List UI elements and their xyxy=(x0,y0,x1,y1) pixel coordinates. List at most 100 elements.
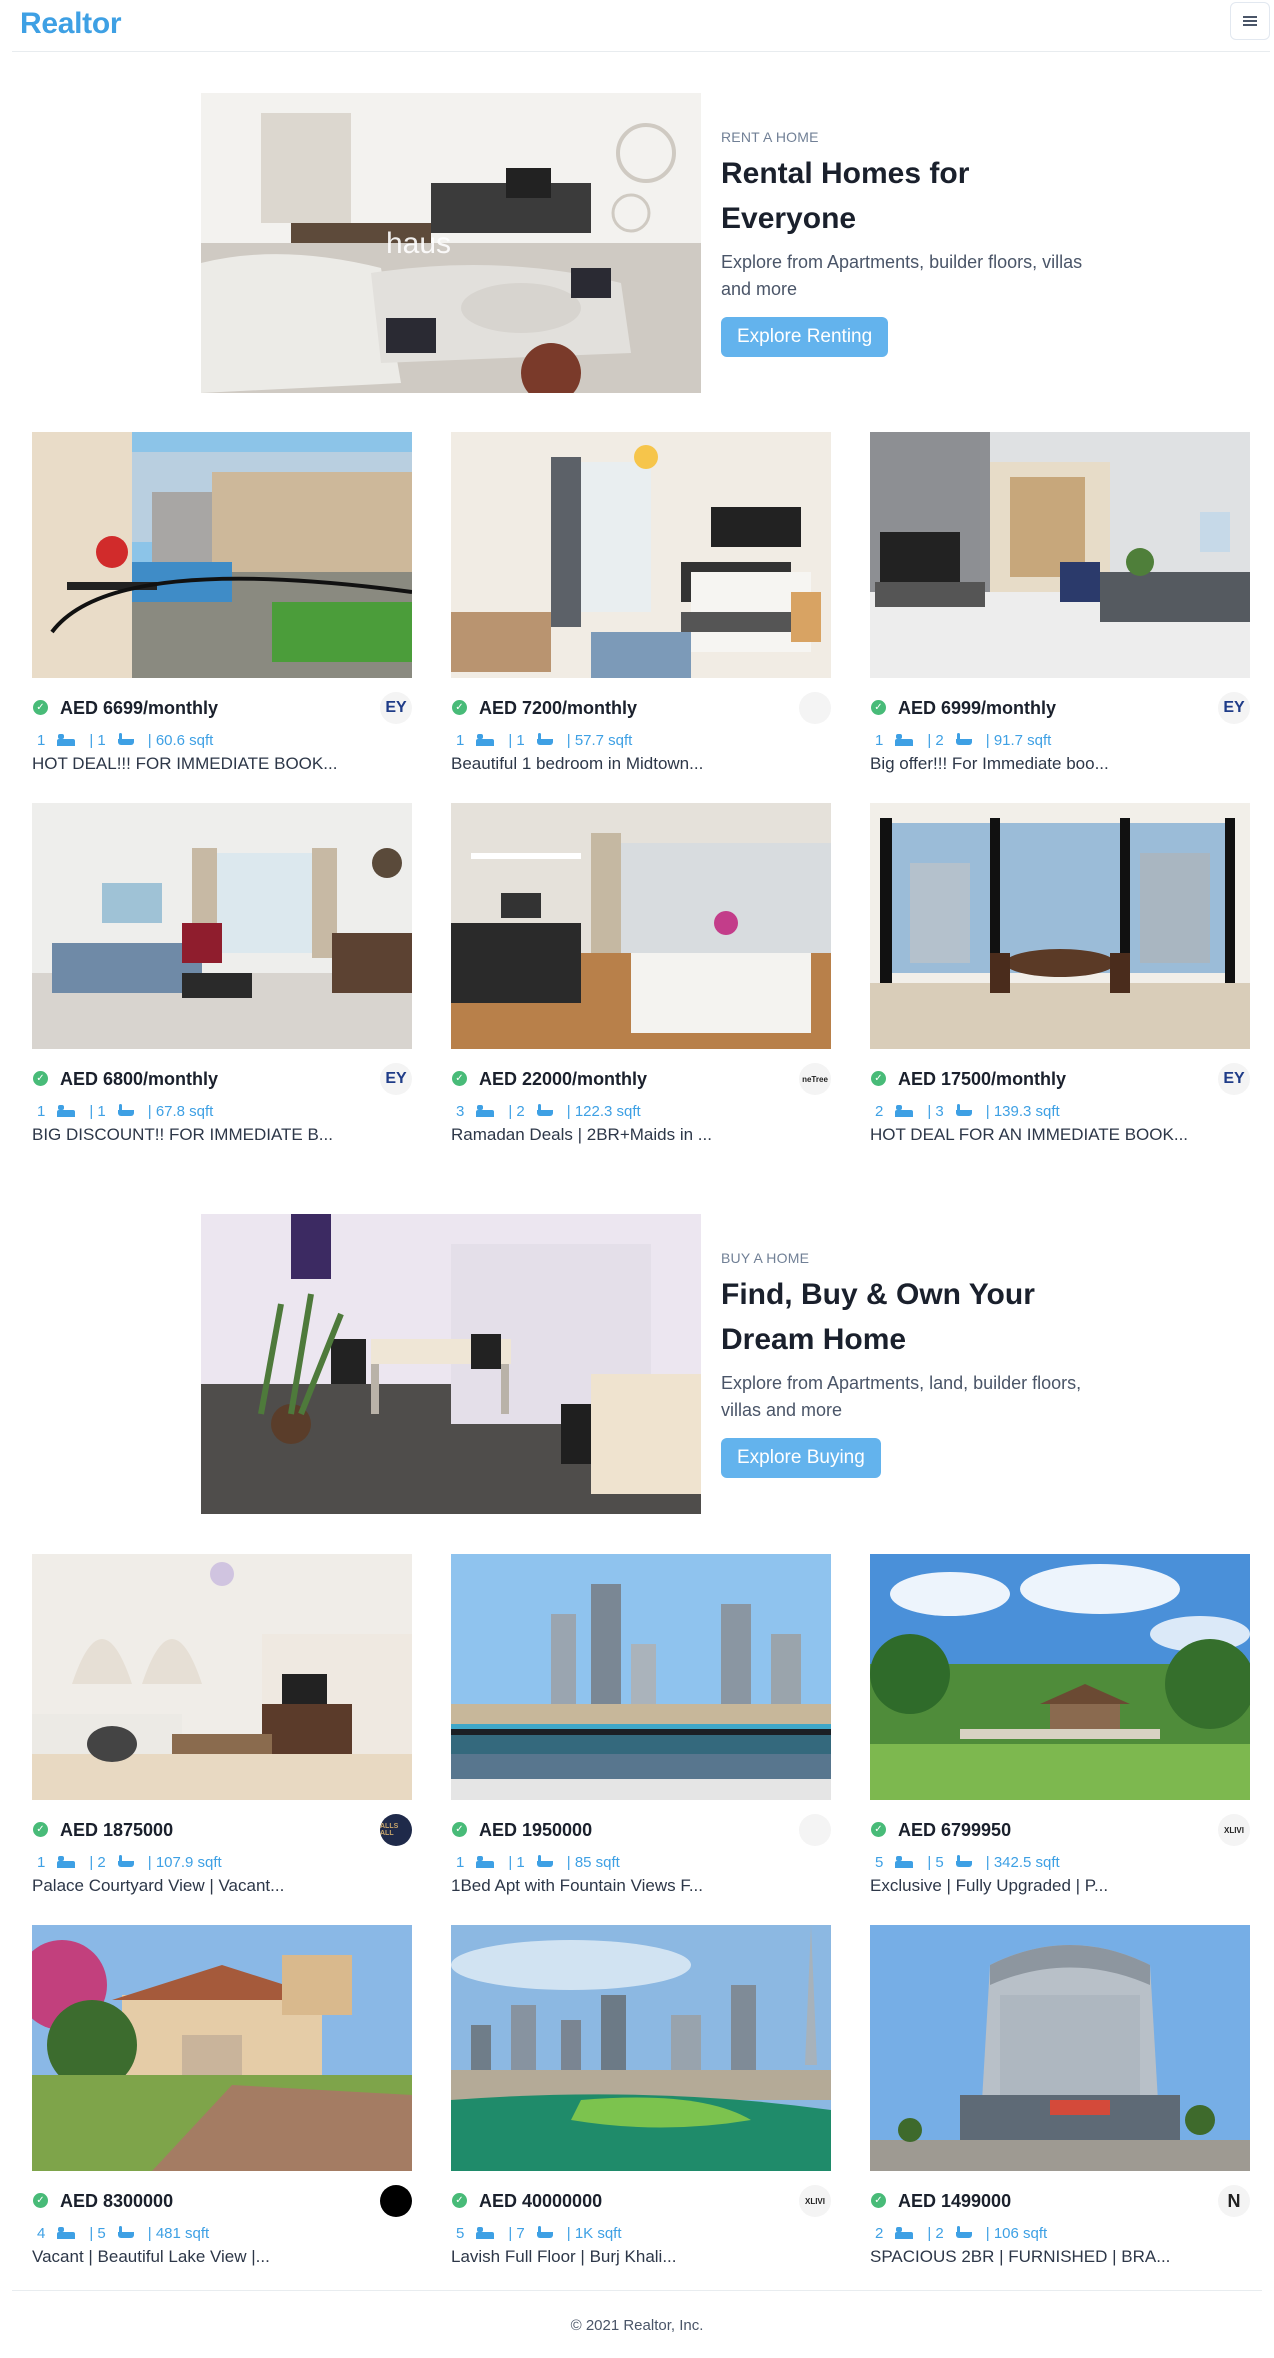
property-meta: 5 | 7 | 1K sqft xyxy=(451,2222,652,2244)
property-meta: 2 | 2 | 106 sqft xyxy=(870,2222,1077,2244)
property-meta: 1 | 1 | 60.6 sqft xyxy=(32,729,243,751)
property-card[interactable]: ✓ AED 6699/monthly EY 1 | 1 | 60.6 sqft … xyxy=(32,432,412,792)
verified-icon: ✓ xyxy=(33,700,48,715)
verified-icon: ✓ xyxy=(33,1822,48,1837)
property-title[interactable]: Vacant | Beautiful Lake View |... xyxy=(32,2245,270,2269)
rooms-count: 1 xyxy=(456,1853,465,1871)
svg-text:haus: haus xyxy=(386,227,451,260)
property-card[interactable]: ✓ AED 1875000 ALLS ALL 1 | 2 | 107.9 sqf… xyxy=(32,1554,412,1914)
property-card[interactable]: ✓ AED 6999/monthly EY 1 | 2 | 91.7 sqft … xyxy=(870,432,1250,792)
property-title[interactable]: Palace Courtyard View | Vacant... xyxy=(32,1874,284,1898)
property-image[interactable] xyxy=(870,803,1250,1049)
property-card[interactable]: ✓ AED 22000/monthly neTree 3 | 2 | 122.3… xyxy=(451,803,831,1163)
grid-icon xyxy=(1076,1855,1090,1869)
verified-icon: ✓ xyxy=(871,700,886,715)
buy-banner-text: BUY A HOME Find, Buy & Own Your Dream Ho… xyxy=(721,1250,1101,1478)
bath-icon xyxy=(536,1104,553,1118)
property-price: AED 8300000 xyxy=(60,2191,174,2211)
property-card[interactable]: ✓ AED 1499000 N 2 | 2 | 106 sqft SPACIOU… xyxy=(870,1925,1250,2285)
bed-icon xyxy=(57,1856,76,1868)
rent-banner-title: Rental Homes for Everyone xyxy=(721,151,1101,241)
hamburger-icon xyxy=(1243,16,1257,26)
property-image[interactable] xyxy=(451,803,831,1049)
property-image[interactable] xyxy=(870,1925,1250,2171)
grid-icon xyxy=(1076,1104,1090,1118)
agency-logo: ALLS ALL xyxy=(380,1814,412,1846)
property-price: AED 6699/monthly xyxy=(60,698,219,718)
property-image[interactable] xyxy=(451,1554,831,1800)
property-price: AED 1499000 xyxy=(898,2191,1012,2211)
property-image[interactable] xyxy=(451,432,831,678)
baths-count: | 2 xyxy=(927,2224,944,2242)
property-title[interactable]: Big offer!!! For Immediate boo... xyxy=(870,752,1109,776)
rooms-count: 1 xyxy=(37,1853,46,1871)
property-price: AED 22000/monthly xyxy=(479,1069,648,1089)
bed-icon xyxy=(895,2227,914,2239)
area-value: | 481 sqft xyxy=(147,2224,210,2242)
area-value: | 106 sqft xyxy=(985,2224,1048,2242)
explore-buying-button[interactable]: Explore Buying xyxy=(721,1438,881,1478)
explore-renting-button[interactable]: Explore Renting xyxy=(721,317,889,357)
grid-icon xyxy=(1067,733,1081,747)
agency-logo: EY xyxy=(1218,1063,1250,1095)
grid-icon xyxy=(1063,2226,1077,2240)
baths-count: | 2 xyxy=(89,1853,106,1871)
property-card[interactable]: ✓ AED 40000000 XLIVI 5 | 7 | 1K sqft Lav… xyxy=(451,1925,831,2285)
rooms-count: 3 xyxy=(456,1102,465,1120)
property-card[interactable]: ✓ AED 1950000 1 | 1 | 85 sqft 1Bed Apt w… xyxy=(451,1554,831,1914)
property-title[interactable]: Beautiful 1 bedroom in Midtown... xyxy=(451,752,703,776)
rooms-count: 5 xyxy=(875,1853,884,1871)
baths-count: | 1 xyxy=(89,731,106,749)
footer-copyright: © 2021 Realtor, Inc. xyxy=(570,2317,704,2334)
property-meta: 1 | 1 | 85 sqft xyxy=(451,1851,650,1873)
property-image[interactable] xyxy=(32,432,412,678)
property-image[interactable] xyxy=(32,803,412,1049)
property-price: AED 1875000 xyxy=(60,1820,174,1840)
agency-logo: XLIVI xyxy=(799,2185,831,2217)
property-image[interactable] xyxy=(451,1925,831,2171)
property-title[interactable]: Exclusive | Fully Upgraded | P... xyxy=(870,1874,1108,1898)
property-title[interactable]: HOT DEAL!!! FOR IMMEDIATE BOOK... xyxy=(32,752,337,776)
property-card[interactable]: ✓ AED 7200/monthly 1 | 1 | 57.7 sqft Bea… xyxy=(451,432,831,792)
bed-icon xyxy=(476,1105,495,1117)
property-card[interactable]: ✓ AED 6800/monthly EY 1 | 1 | 67.8 sqft … xyxy=(32,803,412,1163)
property-price: AED 7200/monthly xyxy=(479,698,638,718)
property-image[interactable] xyxy=(32,1925,412,2171)
brand-logo[interactable]: Realtor xyxy=(20,7,122,41)
property-card[interactable]: ✓ AED 6799950 XLIVI 5 | 5 | 342.5 sqft E… xyxy=(870,1554,1250,1914)
bath-icon xyxy=(117,733,134,747)
bed-icon xyxy=(57,1105,76,1117)
baths-count: | 1 xyxy=(508,1853,525,1871)
bath-icon xyxy=(955,1855,972,1869)
property-card[interactable]: ✓ AED 17500/monthly EY 2 | 3 | 139.3 sqf… xyxy=(870,803,1250,1163)
property-title[interactable]: HOT DEAL FOR AN IMMEDIATE BOOK... xyxy=(870,1123,1188,1147)
rooms-count: 1 xyxy=(456,731,465,749)
agency-logo xyxy=(380,2185,412,2217)
property-image[interactable] xyxy=(870,432,1250,678)
property-meta: 1 | 1 | 67.8 sqft xyxy=(32,1100,243,1122)
baths-count: | 5 xyxy=(927,1853,944,1871)
menu-button[interactable] xyxy=(1230,2,1270,40)
rooms-count: 1 xyxy=(875,731,884,749)
bath-icon xyxy=(117,1104,134,1118)
rooms-count: 5 xyxy=(456,2224,465,2242)
property-title[interactable]: Ramadan Deals | 2BR+Maids in ... xyxy=(451,1123,712,1147)
property-card[interactable]: ✓ AED 8300000 4 | 5 | 481 sqft Vacant | … xyxy=(32,1925,412,2285)
property-title[interactable]: Lavish Full Floor | Burj Khali... xyxy=(451,2245,677,2269)
area-value: | 139.3 sqft xyxy=(985,1102,1060,1120)
property-meta: 2 | 3 | 139.3 sqft xyxy=(870,1100,1090,1122)
verified-icon: ✓ xyxy=(33,1071,48,1086)
grid-icon xyxy=(229,733,243,747)
property-title[interactable]: SPACIOUS 2BR | FURNISHED | BRA... xyxy=(870,2245,1170,2269)
bath-icon xyxy=(117,2226,134,2240)
property-title[interactable]: 1Bed Apt with Fountain Views F... xyxy=(451,1874,703,1898)
buy-title-line2: Dream Home xyxy=(721,1323,907,1356)
property-image[interactable] xyxy=(870,1554,1250,1800)
grid-icon xyxy=(657,1104,671,1118)
property-image[interactable] xyxy=(32,1554,412,1800)
bath-icon xyxy=(955,733,972,747)
bed-icon xyxy=(476,2227,495,2239)
agency-logo: XLIVI xyxy=(1218,1814,1250,1846)
property-title[interactable]: BIG DISCOUNT!! FOR IMMEDIATE B... xyxy=(32,1123,333,1147)
verified-icon: ✓ xyxy=(452,1822,467,1837)
